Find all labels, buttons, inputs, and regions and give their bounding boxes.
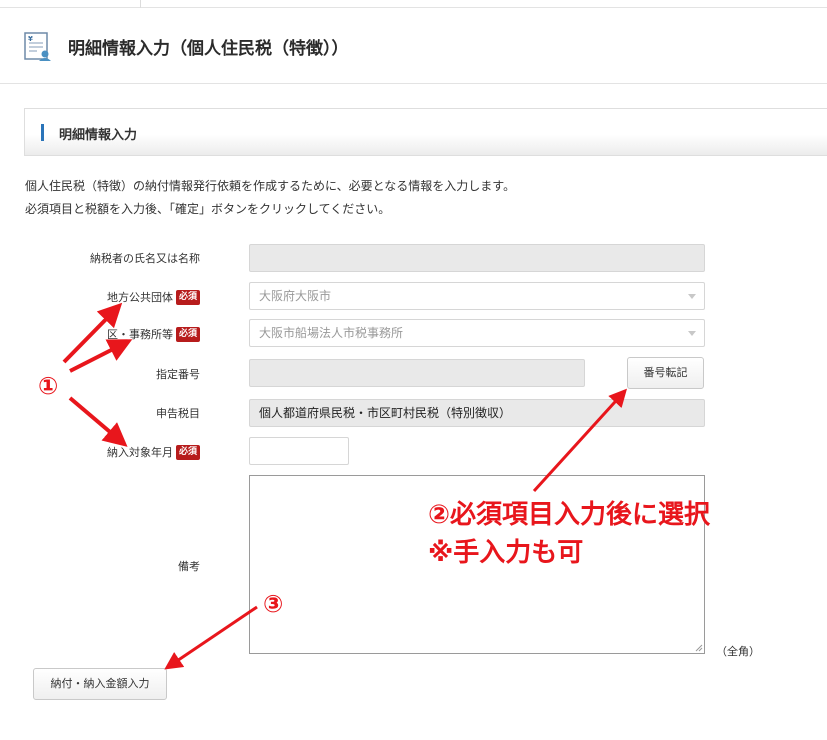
page-header: ¥ 明細情報入力（個人住民税（特徴）） (0, 8, 827, 84)
local-government-select[interactable]: 大阪府大阪市 (249, 282, 705, 310)
annotation-two-line2: ※手入力も可 (428, 538, 584, 568)
number-transfer-button[interactable]: 番号転記 (627, 357, 704, 389)
taxpayer-name-label: 納税者の氏名又は名称 (90, 252, 200, 265)
chevron-down-icon (688, 294, 696, 299)
section-accent-bar (41, 124, 44, 141)
page-title: 明細情報入力（個人住民税（特徴）） (68, 39, 349, 59)
payment-amount-input-button[interactable]: 納付・納入金額入力 (33, 668, 167, 700)
tax-document-icon: ¥ (24, 32, 52, 62)
resize-handle-icon[interactable] (695, 644, 703, 652)
chevron-down-icon (688, 331, 696, 336)
remarks-label: 備考 (178, 560, 200, 573)
required-badge: 必須 (175, 326, 200, 342)
tax-item-value: 個人都道府県民税・市区町村民税（特別徴収） (249, 399, 705, 427)
section-header: 明細情報入力 (24, 108, 827, 156)
remarks-fullwidth-note: （全角） (716, 645, 760, 658)
top-bar-divider (140, 0, 141, 8)
required-badge: 必須 (175, 444, 200, 460)
designated-number-field[interactable] (249, 359, 585, 387)
arrow-to-target-month (68, 396, 128, 447)
top-bar (0, 0, 827, 8)
tax-item-label: 申告税目 (156, 407, 200, 420)
section-title: 明細情報入力 (59, 128, 138, 143)
annotation-three: ③ (263, 590, 284, 618)
arrow-to-district-office (69, 339, 133, 373)
intro-text-1: 個人住民税（特徴）の納付情報発行依頼を作成するために、必要となる情報を入力します… (25, 179, 516, 193)
taxpayer-name-field[interactable] (249, 244, 705, 272)
target-month-label: 納入対象年月 必須 (107, 444, 200, 460)
svg-text:¥: ¥ (28, 35, 33, 43)
arrow-to-amount-button (164, 605, 258, 670)
annotation-two-line1: ②必須項目入力後に選択 (428, 500, 711, 530)
annotation-one: ① (38, 372, 59, 400)
district-office-select[interactable]: 大阪市船場法人市税事務所 (249, 319, 705, 347)
local-government-label: 地方公共団体 必須 (107, 289, 200, 305)
designated-number-label: 指定番号 (156, 368, 200, 381)
district-office-label: 区・事務所等 必須 (107, 326, 200, 342)
intro-text-2: 必須項目と税額を入力後、「確定」ボタンをクリックしてください。 (25, 202, 391, 216)
required-badge: 必須 (175, 289, 200, 305)
target-month-input[interactable] (249, 437, 349, 465)
